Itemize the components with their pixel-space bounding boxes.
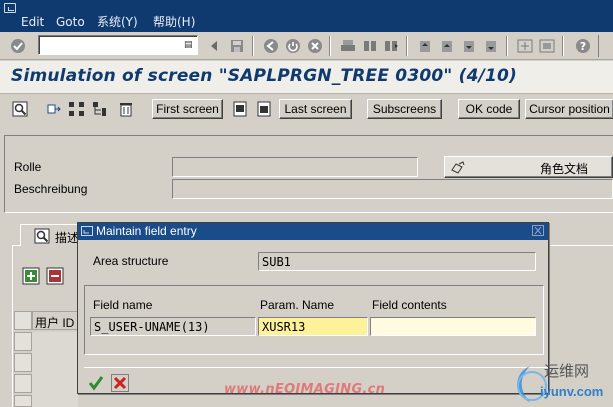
exit-icon[interactable] bbox=[284, 38, 302, 54]
field-contents-input[interactable] bbox=[370, 317, 536, 336]
grid-body bbox=[32, 332, 78, 407]
column-header: 用户 ID bbox=[32, 311, 82, 330]
system-menu-icon[interactable] bbox=[4, 3, 16, 13]
rolle-field bbox=[172, 157, 418, 177]
back-icon[interactable] bbox=[262, 38, 280, 54]
beschreibung-field bbox=[172, 179, 613, 199]
ok-code-button[interactable]: OK code bbox=[458, 99, 520, 119]
save-icon[interactable] bbox=[228, 38, 246, 54]
dialog-title-bar: Maintain field entry bbox=[78, 223, 548, 240]
watermark-text: www.nEOIMAGING.cn bbox=[224, 382, 386, 397]
next-screen-icon[interactable] bbox=[254, 99, 274, 119]
site-logo: 运维网 iyunv.com bbox=[500, 356, 613, 407]
cursor-position-button[interactable]: Cursor position bbox=[525, 99, 613, 119]
new-session-icon[interactable] bbox=[516, 38, 534, 54]
area-structure-field: SUB1 bbox=[258, 252, 536, 271]
dialog-title: Maintain field entry bbox=[96, 224, 197, 238]
param-name-header: Param. Name bbox=[260, 298, 335, 312]
menu-help[interactable]: 帮助(H) bbox=[153, 13, 195, 31]
previous-screen-icon[interactable] bbox=[230, 99, 250, 119]
enter-icon[interactable] bbox=[9, 38, 27, 54]
next-page-icon[interactable] bbox=[460, 38, 478, 54]
command-field[interactable]: ▤ bbox=[38, 35, 198, 55]
row-selector[interactable] bbox=[14, 374, 32, 393]
last-screen-button[interactable]: Last screen bbox=[279, 99, 352, 119]
last-page-icon[interactable] bbox=[482, 38, 500, 54]
field-name-header: Field name bbox=[93, 298, 153, 312]
confirm-check-icon[interactable] bbox=[87, 374, 105, 392]
row-selector[interactable] bbox=[14, 332, 32, 351]
subscreens-button[interactable]: Subscreens bbox=[367, 99, 442, 119]
logo-url: iyunv.com bbox=[540, 384, 604, 399]
find-next-icon[interactable] bbox=[382, 38, 400, 54]
row-selector[interactable] bbox=[14, 353, 32, 372]
print-icon[interactable] bbox=[339, 38, 357, 54]
row-selector[interactable] bbox=[14, 395, 32, 407]
insert-row-icon[interactable] bbox=[21, 266, 41, 286]
cancel-icon[interactable] bbox=[306, 38, 324, 54]
field-name-value: S_USER-UNAME(13) bbox=[90, 317, 256, 336]
display-screen-icon[interactable] bbox=[10, 99, 30, 119]
role-document-button[interactable]: 角色文档 bbox=[444, 156, 613, 178]
dialog-system-icon[interactable] bbox=[81, 226, 93, 240]
field-list-icon[interactable] bbox=[44, 99, 64, 119]
svg-text:?: ? bbox=[580, 40, 586, 53]
column-header-label: 用户 ID bbox=[35, 316, 75, 330]
tab-description[interactable]: 描述 bbox=[20, 224, 85, 246]
page-title: Simulation of screen "SAPLPRGN_TREE 0300… bbox=[11, 66, 518, 86]
menu-system[interactable]: 系统(Y) bbox=[97, 13, 138, 31]
logo-name: 运维网 bbox=[544, 363, 590, 380]
param-name-input[interactable]: XUSR13 bbox=[258, 317, 368, 336]
cancel-x-icon[interactable] bbox=[111, 374, 129, 392]
delete-row-icon[interactable] bbox=[45, 266, 65, 286]
row-selector-header[interactable] bbox=[14, 311, 32, 330]
display-icon bbox=[34, 228, 50, 247]
previous-page-icon[interactable] bbox=[438, 38, 456, 54]
document-icon bbox=[450, 160, 466, 177]
first-page-icon[interactable] bbox=[416, 38, 434, 54]
dialog-close-icon[interactable] bbox=[532, 225, 544, 236]
delete-icon[interactable] bbox=[116, 99, 136, 119]
menu-goto[interactable]: Goto bbox=[56, 13, 85, 31]
rolle-label: Rolle bbox=[14, 160, 42, 174]
back-arrow-icon[interactable] bbox=[205, 38, 223, 54]
shortcut-icon[interactable] bbox=[538, 38, 556, 54]
command-dropdown-icon[interactable]: ▤ bbox=[184, 39, 194, 51]
layout-menu-icon[interactable] bbox=[598, 35, 612, 57]
menu-bar bbox=[0, 0, 613, 32]
hierarchy-icon[interactable] bbox=[67, 99, 87, 119]
tree-icon[interactable] bbox=[91, 99, 111, 119]
find-icon[interactable] bbox=[361, 38, 379, 54]
tab-label: 描述 bbox=[55, 231, 80, 245]
field-contents-header: Field contents bbox=[372, 298, 447, 312]
menu-edit[interactable]: Edit bbox=[21, 13, 44, 31]
help-icon[interactable]: ? bbox=[574, 38, 592, 54]
role-document-label: 角色文档 bbox=[540, 162, 589, 176]
first-screen-button[interactable]: First screen bbox=[152, 99, 223, 119]
area-structure-label: Area structure bbox=[93, 254, 169, 268]
beschreibung-label: Beschreibung bbox=[14, 182, 88, 196]
